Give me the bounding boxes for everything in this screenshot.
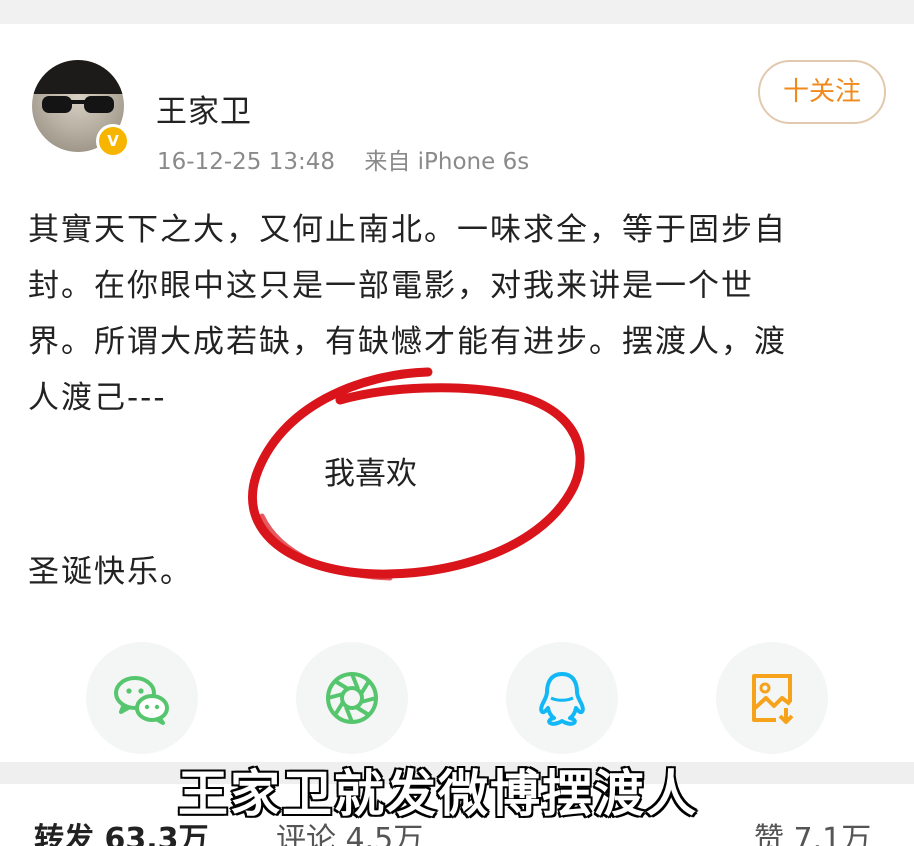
post-greeting: 圣诞快乐。 xyxy=(28,554,193,590)
post-body-line: 界。所谓大成若缺，有缺憾才能有进步。摆渡人，渡 xyxy=(28,324,787,360)
sunglasses-icon xyxy=(42,96,114,113)
follow-button[interactable]: 十关注 xyxy=(758,60,886,124)
post-card: V 王家卫 16-12-25 13:48 来自 iPhone 6s 十关注 其實… xyxy=(0,24,914,762)
verified-badge-icon: V xyxy=(96,124,130,158)
annotation-text: 我喜欢 xyxy=(324,456,417,492)
save-image-icon xyxy=(752,674,794,724)
top-separator xyxy=(0,0,914,24)
author-name[interactable]: 王家卫 xyxy=(156,86,252,131)
like-count[interactable]: 赞 7.1万 xyxy=(754,814,871,846)
avatar-hair xyxy=(32,60,124,94)
share-qq-button[interactable] xyxy=(506,642,618,754)
share-wechat-button[interactable] xyxy=(86,642,198,754)
moments-icon xyxy=(326,672,378,724)
video-caption: 王家卫就发微博摆渡人 xyxy=(177,764,698,825)
share-moments-button[interactable] xyxy=(296,642,408,754)
qq-icon xyxy=(539,672,585,726)
save-image-button[interactable] xyxy=(716,642,828,754)
post-meta: 16-12-25 13:48 来自 iPhone 6s xyxy=(157,142,529,176)
post-timestamp: 16-12-25 13:48 xyxy=(157,149,335,175)
post-body-line: 其實天下之大，又何止南北。一味求全，等于固步自 xyxy=(28,212,787,248)
post-body-line: 封。在你眼中这只是一部電影，对我来讲是一个世 xyxy=(28,268,754,304)
post-source[interactable]: 来自 iPhone 6s xyxy=(364,149,529,175)
weibo-post-screen: V 王家卫 16-12-25 13:48 来自 iPhone 6s 十关注 其實… xyxy=(0,0,914,846)
wechat-icon xyxy=(114,676,169,725)
